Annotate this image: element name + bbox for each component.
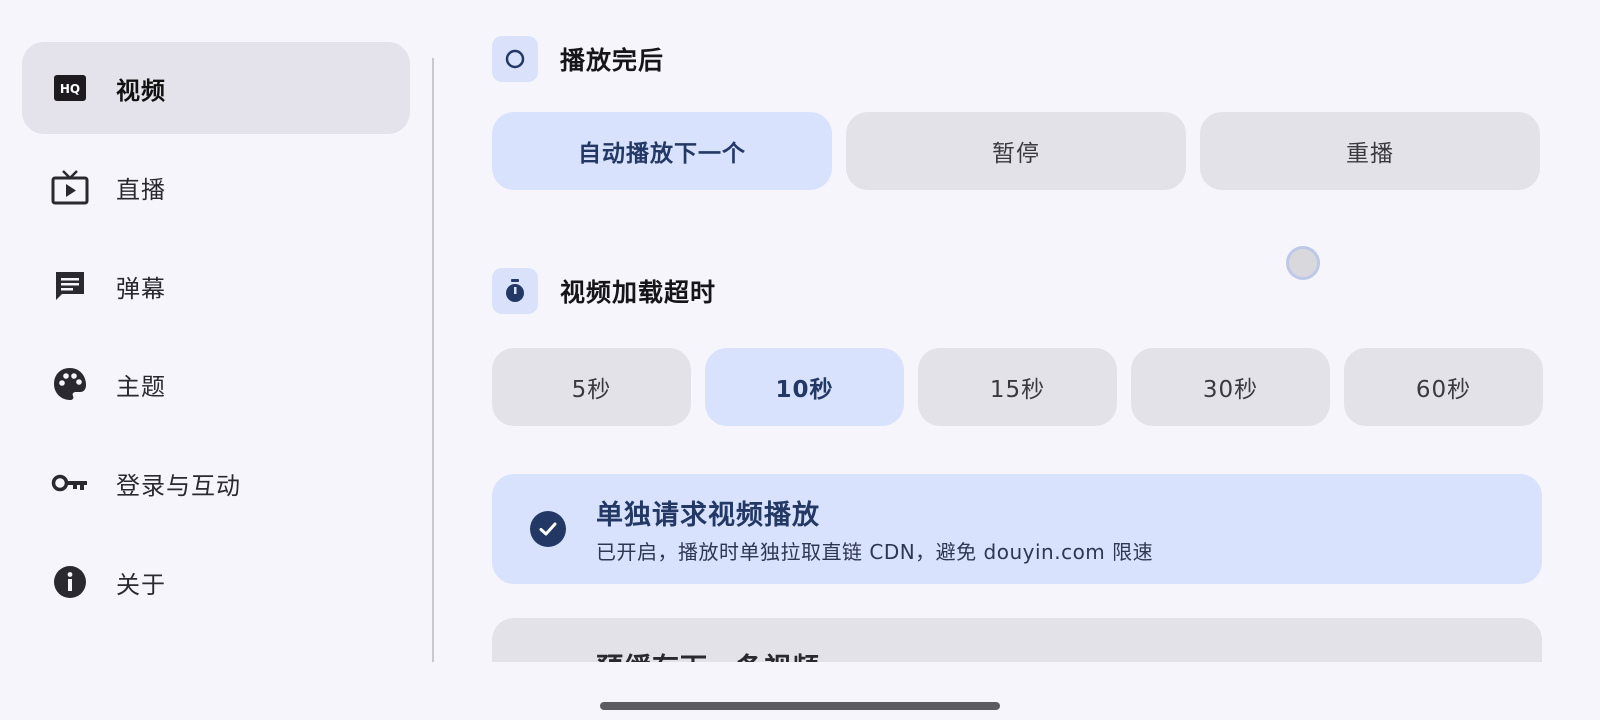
settings-content[interactable]: 播放完后 自动播放下一个 暂停 重播 视频加载超时 5秒 10秒 15秒 30秒… (434, 0, 1600, 662)
sidebar-item-about[interactable]: 关于 (22, 536, 410, 628)
option-30s[interactable]: 30秒 (1131, 348, 1330, 426)
sidebar-item-label: 直播 (116, 175, 166, 204)
section-header-load-timeout: 视频加载超时 (492, 268, 716, 314)
section-title: 视频加载超时 (560, 278, 717, 307)
svg-text:HQ: HQ (60, 82, 80, 96)
sidebar-item-label: 关于 (116, 570, 166, 599)
key-icon (50, 463, 90, 503)
palette-icon (50, 364, 90, 404)
option-autoplay-next[interactable]: 自动播放下一个 (492, 112, 832, 190)
toggle-separate-request[interactable]: 单独请求视频播放 已开启，播放时单独拉取直链 CDN，避免 douyin.com… (492, 474, 1542, 584)
sidebar-item-login[interactable]: 登录与互动 (22, 437, 410, 529)
sidebar-item-theme[interactable]: 主题 (22, 338, 410, 430)
sidebar-item-live[interactable]: 直播 (22, 141, 410, 233)
hq-icon: HQ (50, 68, 90, 108)
sidebar: HQ 视频 直播 弹幕 主题 登录与互动 关于 (0, 0, 432, 720)
sidebar-item-label: 登录与互动 (116, 471, 241, 500)
card-title: 预缓存下一条视频 (596, 646, 820, 662)
card-subtitle: 已开启，播放时单独拉取直链 CDN，避免 douyin.com 限速 (596, 540, 1154, 564)
section-header-play-end: 播放完后 (492, 36, 664, 82)
check-circle-icon (530, 511, 566, 547)
sidebar-item-label: 视频 (116, 76, 166, 105)
option-5s[interactable]: 5秒 (492, 348, 691, 426)
sidebar-item-danmaku[interactable]: 弹幕 (22, 240, 410, 332)
option-60s[interactable]: 60秒 (1344, 348, 1543, 426)
sidebar-item-video[interactable]: HQ 视频 (22, 42, 410, 134)
info-icon (50, 562, 90, 602)
load-timeout-options: 5秒 10秒 15秒 30秒 60秒 (492, 348, 1543, 426)
comment-icon (50, 266, 90, 306)
touch-indicator (1286, 246, 1320, 280)
sidebar-item-label: 弹幕 (116, 274, 166, 303)
option-10s[interactable]: 10秒 (705, 348, 904, 426)
card-title: 单独请求视频播放 (596, 500, 820, 531)
timer-icon (492, 268, 538, 314)
option-15s[interactable]: 15秒 (918, 348, 1117, 426)
section-title: 播放完后 (560, 46, 665, 75)
replay-icon (492, 36, 538, 82)
tv-icon (50, 167, 90, 207)
sidebar-item-label: 主题 (116, 372, 166, 401)
toggle-precache[interactable]: 预缓存下一条视频 (492, 618, 1542, 662)
home-indicator-bar[interactable] (600, 702, 1000, 710)
play-end-options: 自动播放下一个 暂停 重播 (492, 112, 1540, 190)
option-pause[interactable]: 暂停 (846, 112, 1186, 190)
option-replay[interactable]: 重播 (1200, 112, 1540, 190)
